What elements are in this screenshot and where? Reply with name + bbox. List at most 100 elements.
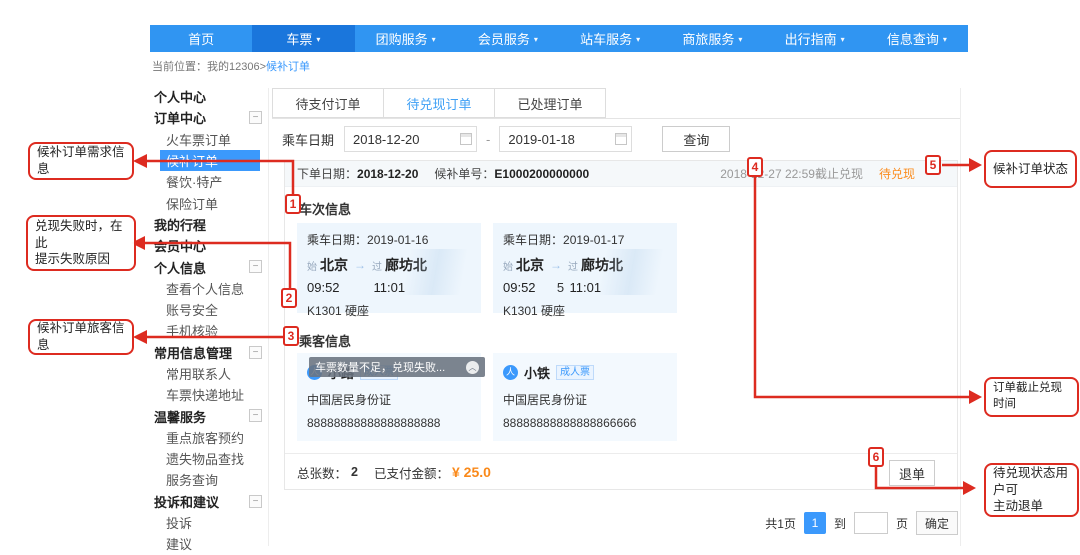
chevron-down-icon: ▾: [636, 35, 640, 44]
breadcrumb-parent[interactable]: 我的12306: [207, 61, 260, 73]
paid-amount-label: 已支付金额：: [374, 463, 449, 482]
destination-city: 廊坊北: [581, 255, 623, 275]
nav-item-member-services[interactable]: 会员服务▾: [457, 25, 559, 52]
sidebar-item-phone-verification[interactable]: 手机核验: [152, 320, 260, 341]
sidebar-item-common-info-management[interactable]: 常用信息管理 −: [152, 342, 260, 363]
tab-pending-payment[interactable]: 待支付订单: [272, 88, 384, 118]
tab-label: 待支付订单: [295, 94, 360, 113]
sidebar-item-dining-specialty[interactable]: 餐饮·特产: [152, 171, 260, 192]
marker-5: 5: [925, 155, 941, 175]
nav-item-label: 商旅服务: [682, 29, 734, 48]
sidebar-item-suggestion[interactable]: 建议: [152, 533, 260, 554]
sidebar-item-label: 会员中心: [154, 236, 206, 255]
sidebar-item-view-personal-info[interactable]: 查看个人信息: [152, 278, 260, 299]
sidebar-item-train-ticket-orders[interactable]: 火车票订单: [152, 129, 260, 150]
sidebar-item-label: 遗失物品查找: [166, 449, 244, 468]
sidebar-item-frequent-contacts[interactable]: 常用联系人: [152, 363, 260, 384]
failure-reason-text: 车票数量不足，兑现失败...: [315, 359, 466, 375]
callout-failure-reason: 兑现失败时，在此 提示失败原因: [26, 215, 136, 271]
train-route-row: 始 北京 → 过 廊坊北: [503, 255, 667, 275]
chevron-down-icon: ▾: [316, 35, 320, 44]
sidebar-item-complaint[interactable]: 投诉: [152, 512, 260, 533]
sidebar-item-order-center[interactable]: 订单中心−: [152, 107, 260, 128]
nav-item-travel-guide[interactable]: 出行指南▾: [764, 25, 866, 52]
sidebar-item-key-passenger-reservation[interactable]: 重点旅客预约: [152, 427, 260, 448]
date-to-input[interactable]: [499, 126, 632, 152]
origin-tag: 始: [503, 258, 513, 273]
callout-user-refund: 待兑现状态用户可 主动退单: [984, 463, 1079, 517]
order-totals-row: 总张数： 2 已支付金额： ¥ 25.0 退单: [285, 453, 957, 490]
collapse-icon[interactable]: −: [249, 495, 262, 508]
passenger-name: 小铁: [524, 363, 550, 382]
callout-waitlist-demand-info: 候补订单需求信息: [28, 142, 134, 180]
current-page-button[interactable]: 1: [804, 512, 826, 534]
chevron-down-icon: ▾: [943, 35, 947, 44]
passenger-section-title: 乘客信息: [299, 331, 351, 350]
marker-6: 6: [868, 447, 884, 467]
sidebar-item-waitlist-orders[interactable]: 候补订单: [160, 150, 260, 171]
search-button[interactable]: 查询: [662, 126, 730, 152]
sidebar-item-my-itinerary[interactable]: 我的行程: [152, 214, 260, 235]
chevron-down-icon: ▾: [432, 35, 436, 44]
sidebar-item-service-query[interactable]: 服务查询: [152, 469, 260, 490]
nav-item-label: 会员服务: [478, 29, 530, 48]
collapse-icon[interactable]: −: [249, 409, 262, 422]
sidebar-item-personal-center[interactable]: 个人中心: [152, 86, 260, 107]
ticket-type-badge: 成人票: [556, 365, 594, 380]
sidebar-item-label: 我的行程: [154, 215, 206, 234]
fulfillment-deadline: 2018-12-27 22:59截止兑现: [720, 165, 863, 182]
tooltip-expand-icon[interactable]: ︿: [466, 361, 479, 374]
tab-pending-fulfillment[interactable]: 待兑现订单: [383, 88, 495, 118]
order-date-label: 下单日期：: [297, 165, 357, 182]
collapse-icon[interactable]: −: [249, 111, 262, 124]
route-arrow-icon: →: [550, 258, 562, 272]
marker-3: 3: [283, 326, 299, 346]
sidebar-item-ticket-delivery-address[interactable]: 车票快递地址: [152, 384, 260, 405]
waitlist-number-label: 候补单号：: [434, 165, 494, 182]
sidebar-item-insurance-orders[interactable]: 保险订单: [152, 192, 260, 213]
train-section-title: 车次信息: [299, 199, 351, 218]
id-type: 中国居民身份证: [503, 391, 667, 408]
sidebar-item-label: 常用信息管理: [154, 343, 232, 362]
origin-tag: 始: [307, 258, 317, 273]
order-tabs: 待支付订单 待兑现订单 已处理订单: [272, 88, 960, 119]
sidebar-item-care-services[interactable]: 温馨服务 −: [152, 405, 260, 426]
nav-item-group-services[interactable]: 团购服务▾: [355, 25, 457, 52]
passenger-card-2: 人 小铁 成人票 中国居民身份证 88888888888888866666: [493, 353, 677, 441]
nav-item-business-travel[interactable]: 商旅服务▾: [661, 25, 763, 52]
sidebar-item-label: 保险订单: [166, 194, 218, 213]
nav-item-info-query[interactable]: 信息查询▾: [866, 25, 968, 52]
callout-passenger-info: 候补订单旅客信息: [28, 319, 134, 355]
sidebar-item-account-security[interactable]: 账号安全: [152, 299, 260, 320]
nav-item-homepage[interactable]: 首页: [150, 25, 252, 52]
page-suffix-label: 页: [896, 515, 908, 532]
refund-button[interactable]: 退单: [889, 460, 935, 486]
sidebar-item-label: 个人中心: [154, 87, 206, 106]
sidebar-item-lost-item-search[interactable]: 遗失物品查找: [152, 448, 260, 469]
page-jump-input[interactable]: [854, 512, 888, 534]
confirm-button[interactable]: 确定: [916, 511, 958, 535]
total-count-label: 总张数：: [297, 463, 347, 482]
nav-item-label: 出行指南: [785, 29, 837, 48]
nav-item-station-services[interactable]: 站车服务▾: [559, 25, 661, 52]
person-icon: 人: [503, 365, 518, 380]
order-date-value: 2018-12-20: [357, 167, 418, 181]
train-card-1: 乘车日期：2019-01-16 始 北京 → 过 廊坊北 09:52 11:01…: [297, 223, 481, 313]
date-from-input[interactable]: [344, 126, 477, 152]
sidebar-item-label: 温馨服务: [154, 407, 206, 426]
id-type: 中国居民身份证: [307, 391, 471, 408]
collapse-icon[interactable]: −: [249, 346, 262, 359]
collapse-icon[interactable]: −: [249, 260, 262, 273]
sidebar-item-member-center[interactable]: 会员中心: [152, 235, 260, 256]
calendar-icon[interactable]: [460, 133, 472, 145]
sidebar-item-complaints-suggestions[interactable]: 投诉和建议−: [152, 491, 260, 512]
date-filter-bar: 乘车日期 - 查询: [272, 125, 960, 153]
calendar-icon[interactable]: [615, 133, 627, 145]
content-divider: [268, 88, 269, 546]
sidebar-item-personal-info[interactable]: 个人信息−: [152, 256, 260, 277]
failure-reason-tooltip[interactable]: 车票数量不足，兑现失败... ︿: [309, 357, 485, 377]
sidebar: 个人中心 订单中心− 火车票订单 候补订单 餐饮·特产 保险订单 我的行程 会员…: [152, 86, 260, 555]
paid-amount-value: ¥ 25.0: [452, 464, 491, 480]
tab-processed[interactable]: 已处理订单: [494, 88, 606, 118]
nav-item-tickets[interactable]: 车票▾: [252, 25, 354, 52]
